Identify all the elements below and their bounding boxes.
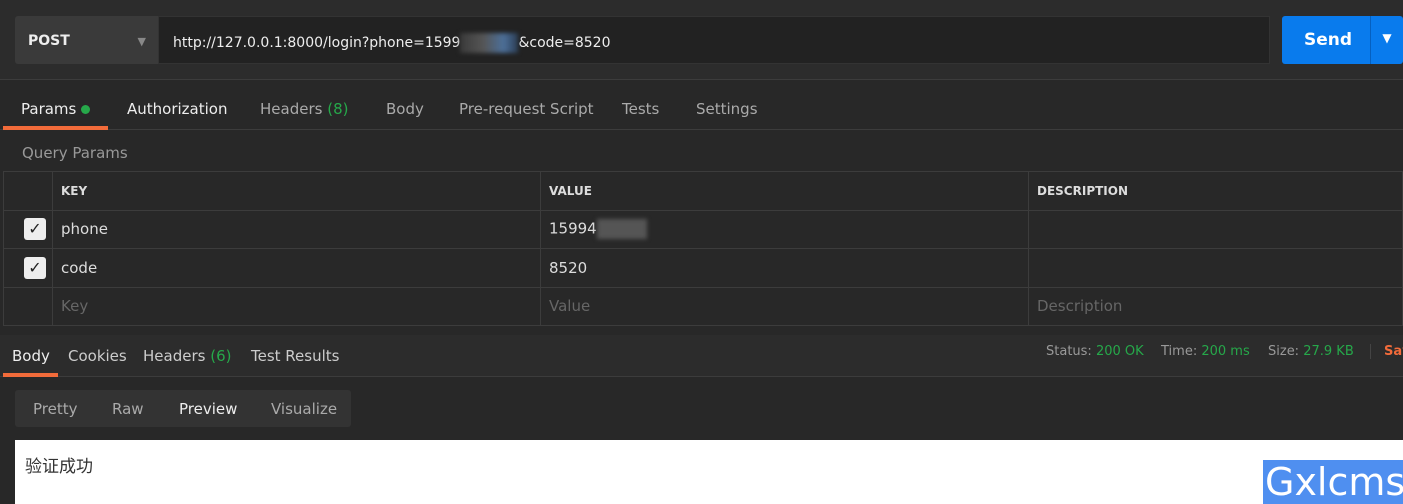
time: Time: 200 ms bbox=[1161, 344, 1250, 359]
status-label: Status: bbox=[1046, 344, 1092, 359]
param-key[interactable]: phone bbox=[52, 209, 541, 249]
send-button[interactable]: Send ▼ bbox=[1282, 16, 1403, 64]
url-prefix: http://127.0.0.1:8000/login?phone=1599 bbox=[173, 35, 461, 51]
size-label: Size: bbox=[1268, 344, 1300, 359]
checkbox-checked-icon[interactable]: ✓ bbox=[24, 256, 46, 279]
table-header: KEY VALUE DESCRIPTION bbox=[3, 171, 1403, 211]
status-value: 200 OK bbox=[1095, 344, 1144, 359]
size-value: 27.9 KB bbox=[1303, 344, 1354, 359]
tab-settings[interactable]: Settings bbox=[696, 100, 758, 118]
tab-params[interactable]: Params bbox=[21, 100, 91, 118]
headers-count: (8) bbox=[327, 100, 349, 118]
send-label: Send bbox=[1304, 30, 1353, 50]
response-preview: 验证成功 bbox=[15, 440, 1403, 504]
method-value: POST bbox=[28, 33, 70, 49]
response-tab-cookies[interactable]: Cookies bbox=[68, 347, 127, 365]
params-table: KEY VALUE DESCRIPTION ✓ phone 15994 ✓ code 852… bbox=[3, 171, 1403, 326]
param-description[interactable] bbox=[1028, 209, 1403, 249]
time-label: Time: bbox=[1161, 344, 1198, 359]
response-tab-headers[interactable]: Headers (6) bbox=[143, 347, 231, 365]
tab-tests[interactable]: Tests bbox=[622, 100, 659, 118]
param-value[interactable]: 8520 bbox=[540, 248, 1029, 288]
response-tab-body[interactable]: Body bbox=[12, 347, 50, 365]
url-input[interactable]: http://127.0.0.1:8000/login?phone=1599 &c… bbox=[158, 16, 1270, 64]
checkbox-checked-icon[interactable]: ✓ bbox=[24, 218, 46, 241]
value-input[interactable]: Value bbox=[540, 286, 1029, 326]
send-options-chevron-icon[interactable]: ▼ bbox=[1370, 16, 1403, 64]
active-response-tab-indicator bbox=[3, 373, 58, 377]
watermark: Gxlcms bbox=[1263, 460, 1403, 504]
url-suffix: &code=8520 bbox=[518, 35, 611, 51]
table-row: ✓ code 8520 bbox=[3, 248, 1403, 288]
table-row-new: Key Value Description bbox=[3, 286, 1403, 326]
param-key[interactable]: code bbox=[52, 248, 541, 288]
param-value[interactable]: 15994 bbox=[540, 209, 1029, 249]
key-input[interactable]: Key bbox=[52, 286, 541, 326]
redacted-blur bbox=[460, 33, 519, 53]
save-response-button[interactable]: Sav bbox=[1370, 344, 1403, 359]
query-params-title: Query Params bbox=[22, 144, 128, 162]
method-select[interactable]: POST ▼ bbox=[15, 16, 158, 64]
response-bar: Body Cookies Headers (6) Test Results St… bbox=[0, 335, 1403, 377]
format-visualize[interactable]: Visualize bbox=[271, 400, 337, 418]
status-dot-icon bbox=[81, 105, 91, 114]
tab-label: Headers bbox=[143, 347, 206, 365]
tab-label: Headers bbox=[260, 100, 323, 118]
request-tabs: Params Authorization Headers (8) Body Pr… bbox=[0, 90, 1403, 130]
chevron-down-icon: ▼ bbox=[137, 35, 146, 48]
format-pretty[interactable]: Pretty bbox=[33, 400, 78, 418]
format-preview[interactable]: Preview bbox=[179, 400, 237, 418]
description-input[interactable]: Description bbox=[1028, 286, 1403, 326]
response-tab-test-results[interactable]: Test Results bbox=[251, 347, 339, 365]
tab-pre-request-script[interactable]: Pre-request Script bbox=[459, 100, 594, 118]
tab-authorization[interactable]: Authorization bbox=[127, 100, 227, 118]
status: Status: 200 OK bbox=[1046, 344, 1144, 359]
col-description: DESCRIPTION bbox=[1028, 171, 1403, 211]
param-description[interactable] bbox=[1028, 248, 1403, 288]
tab-body[interactable]: Body bbox=[386, 100, 424, 118]
headers-count: (6) bbox=[210, 347, 232, 365]
tab-headers[interactable]: Headers (8) bbox=[260, 100, 348, 118]
time-value: 200 ms bbox=[1201, 344, 1250, 359]
format-raw[interactable]: Raw bbox=[112, 400, 144, 418]
value-text: 15994 bbox=[549, 219, 597, 238]
redacted-blur bbox=[596, 219, 647, 240]
format-selector: Pretty Raw Preview Visualize bbox=[15, 390, 351, 427]
table-row: ✓ phone 15994 bbox=[3, 209, 1403, 249]
active-tab-indicator bbox=[3, 126, 108, 130]
size: Size: 27.9 KB bbox=[1268, 344, 1354, 359]
col-value: VALUE bbox=[540, 171, 1029, 211]
col-key: KEY bbox=[52, 171, 541, 211]
tab-label: Params bbox=[21, 100, 77, 118]
